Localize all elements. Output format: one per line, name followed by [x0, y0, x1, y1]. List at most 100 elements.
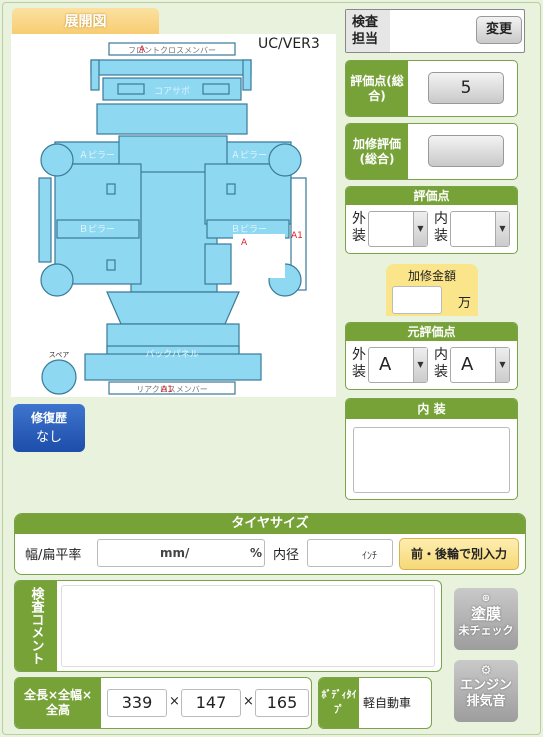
b-pillar-left-label: Ｂピラー [79, 224, 115, 235]
dimensions-section: 全長×全幅×全高 339 × 147 × 165 [14, 677, 312, 729]
repair-score-value[interactable] [428, 135, 504, 167]
length-input[interactable]: 339 [107, 689, 167, 717]
left-window-mark [106, 183, 116, 195]
engine-line2: 排気音 [466, 694, 506, 709]
b-pillar-right-label: Ｂピラー [231, 224, 267, 235]
score-interior-select[interactable]: ▼ [450, 211, 510, 247]
damage-diagram[interactable]: コアサポ Ａピラー Ａピラー Ｂピラー Ｂピラー バックパネル フロントクロスメ… [11, 34, 336, 397]
tire-diameter-label: 内径 [273, 548, 300, 563]
repair-score-box: 加修評価(総合) [345, 123, 518, 180]
a-pillar-right-label: Ａピラー [231, 150, 267, 161]
core-support-label: コアサポ [154, 86, 190, 97]
front-inner-panel[interactable] [96, 103, 248, 135]
original-exterior-label: 外装 [352, 347, 366, 380]
inspector-change-button[interactable]: 変更 [476, 16, 522, 44]
front-right-corner[interactable] [242, 59, 252, 91]
engine-icon: ⚙ [480, 663, 492, 677]
original-interior-select[interactable]: A ▼ [450, 347, 510, 383]
dim-sep-2: × [243, 694, 254, 709]
comment-textarea[interactable] [61, 585, 435, 667]
paint-line2: 未チェック [458, 624, 514, 637]
front-right-wheel[interactable] [268, 143, 302, 177]
paint-gauge-icon: ⊕ [481, 593, 491, 604]
body-type-value: 軽自動車 [363, 696, 412, 710]
original-score-header: 元評価点 [346, 323, 517, 341]
front-left-corner[interactable] [90, 59, 100, 91]
core-support-right[interactable] [202, 83, 230, 95]
tab-tenkaizu[interactable]: 展開図 [12, 8, 159, 36]
paint-line1: 塗膜 [470, 605, 501, 623]
overall-score-label: 評価点(総合) [346, 61, 408, 116]
core-support-left[interactable] [117, 83, 145, 95]
spare-label: スペア [49, 351, 70, 359]
interior-notes-box: 内 装 [345, 398, 518, 500]
chevron-down-icon: ▼ [413, 212, 427, 246]
interior-notes-header: 内 装 [346, 399, 517, 419]
inspector-label: 検査担当 [346, 10, 390, 52]
roof-part[interactable] [130, 171, 218, 293]
car-expansion-diagram[interactable]: コアサポ Ａピラー Ａピラー Ｂピラー Ｂピラー バックパネル フロントクロスメ… [11, 34, 336, 397]
repair-score-label: 加修評価(総合) [346, 124, 408, 179]
repair-amount-label: 加修金額 [407, 269, 456, 283]
repair-amount-input[interactable] [392, 286, 442, 314]
repair-amount-unit: 万 [458, 296, 472, 311]
original-interior-value: A [461, 354, 474, 375]
chevron-down-icon: ▼ [495, 212, 509, 246]
tire-diameter-input[interactable]: ｲﾝﾁ [307, 539, 393, 567]
repair-amount-box: 加修金額 万 [386, 264, 478, 316]
inspector-box: 検査担当 変更 [345, 9, 525, 53]
overall-score-value[interactable]: 5 [428, 72, 504, 104]
chevron-down-icon: ▼ [413, 348, 427, 382]
rear-damage-mark[interactable]: A1 [161, 385, 173, 395]
tire-width-input[interactable]: mm/ % [97, 539, 265, 567]
tire-size-header: タイヤサイズ [15, 514, 525, 534]
body-type-section: ﾎﾞﾃﾞｨﾀｲﾌﾟ 軽自動車 [318, 677, 432, 729]
dim-sep-1: × [169, 694, 180, 709]
score-box: 評価点 外装 ▼ 内装 ▼ [345, 186, 518, 254]
engine-sound-button[interactable]: ⚙ エンジン 排気音 [454, 660, 518, 722]
dimensions-label: 全長×全幅×全高 [15, 678, 101, 728]
a-pillar-left-label: Ａピラー [79, 150, 115, 161]
spare-tire[interactable] [41, 359, 77, 395]
front-panel-part[interactable] [90, 59, 252, 76]
diagram-version: UC/VER3 [258, 36, 320, 52]
score-exterior-select[interactable]: ▼ [368, 211, 428, 247]
right-side-damage-mark[interactable]: A1 [291, 231, 303, 241]
overall-score-box: 評価点(総合) 5 [345, 60, 518, 117]
original-score-box: 元評価点 外装 A ▼ 内装 A ▼ [345, 322, 518, 390]
front-left-wheel[interactable] [40, 143, 74, 177]
score-interior-label: 内装 [434, 211, 448, 244]
b-pillar-damage-mark[interactable]: A [241, 238, 248, 248]
comment-section: 検査コメント [14, 580, 442, 672]
tire-separate-input-button[interactable]: 前・後輪で別入力 [399, 538, 519, 570]
comment-label: 検査コメント [15, 581, 57, 671]
original-interior-label: 内装 [434, 347, 448, 380]
repair-history-button[interactable]: 修復歴 なし [13, 404, 85, 452]
rear-quarter-part[interactable] [106, 291, 240, 325]
chevron-down-icon: ▼ [495, 348, 509, 382]
score-exterior-label: 外装 [352, 211, 366, 244]
score-header: 評価点 [346, 187, 517, 205]
tire-inch-unit: ｲﾝﾁ [362, 551, 377, 562]
paint-check-button[interactable]: ⊕ 塗膜 未チェック [454, 588, 518, 650]
interior-notes-textarea[interactable] [353, 427, 510, 493]
repair-history-title: 修復歴 [30, 411, 67, 425]
width-input[interactable]: 147 [181, 689, 241, 717]
body-type-label: ﾎﾞﾃﾞｨﾀｲﾌﾟ [319, 678, 359, 728]
repair-history-value: なし [35, 430, 62, 445]
back-panel-label: バックパネル [145, 349, 199, 360]
rear-left-wheel[interactable] [40, 263, 74, 297]
tire-pct-unit: % [250, 546, 263, 560]
tire-mm-unit: mm/ [160, 546, 190, 560]
side-sill-left-part[interactable] [38, 177, 52, 263]
left-window-mark-2 [106, 259, 116, 271]
original-exterior-select[interactable]: A ▼ [368, 347, 428, 383]
height-input[interactable]: 165 [255, 689, 309, 717]
right-window-mark [226, 183, 236, 195]
engine-line1: エンジン [459, 678, 512, 693]
tire-width-label: 幅/扁平率 [25, 548, 82, 563]
original-exterior-value: A [379, 354, 392, 375]
front-damage-mark[interactable]: A [139, 45, 146, 55]
right-lower-part[interactable] [204, 243, 232, 285]
tire-size-section: タイヤサイズ 幅/扁平率 mm/ % 内径 ｲﾝﾁ 前・後輪で別入力 [14, 513, 526, 575]
